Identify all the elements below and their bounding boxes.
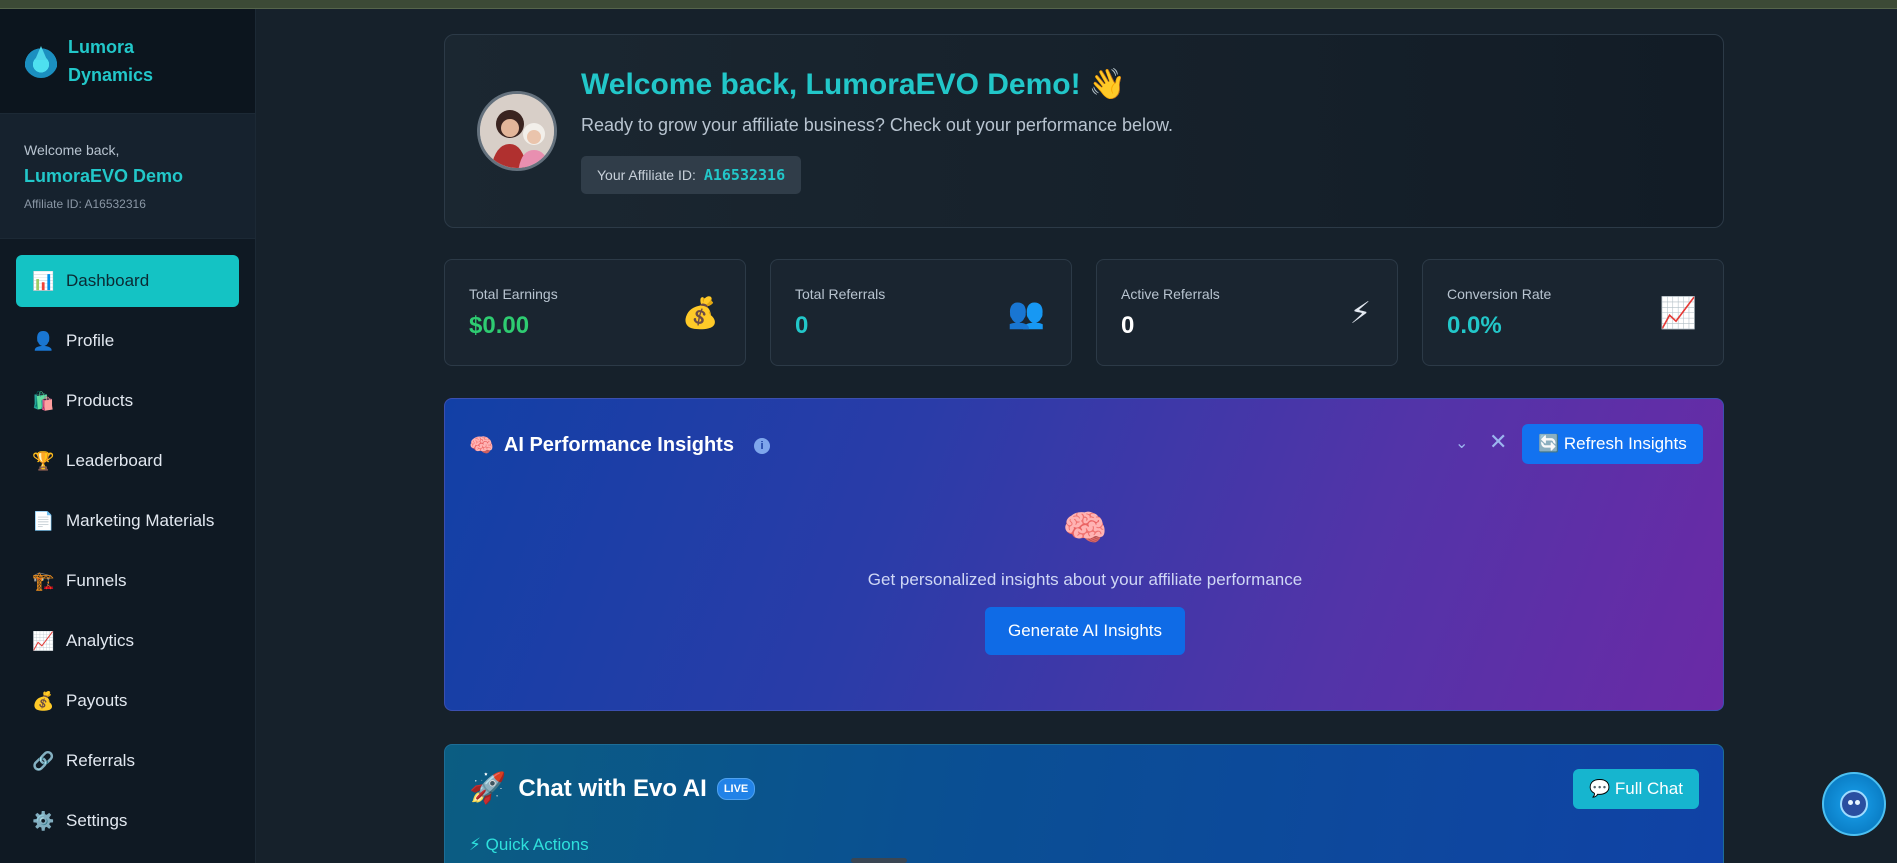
brand-name: Lumora Dynamics (68, 37, 154, 85)
stat-value: 0 (1121, 312, 1135, 339)
sidebar-item-label: Leaderboard (66, 451, 163, 470)
insights-description: Get personalized insights about your aff… (867, 570, 1303, 589)
construction-icon: 🏗️ (32, 570, 55, 591)
sidebar-item-label: Products (66, 391, 134, 410)
stats-row: Total Earnings $0.00 💰 Total Referrals 0… (444, 259, 1724, 366)
trend-chart-icon: 📈 (32, 630, 55, 651)
shopping-bags-icon: 🛍️ (32, 390, 55, 411)
user-affiliate-id: Affiliate ID: A16532316 (24, 197, 146, 211)
sidebar-item-label: Marketing Materials (66, 511, 215, 530)
avatar-photo (480, 94, 554, 168)
quick-actions-heading[interactable]: ⚡ Quick Actions (469, 835, 589, 855)
scroll-indicator (851, 858, 907, 863)
sidebar-item-label: Dashboard (66, 271, 150, 290)
affiliate-id-value: A16532316 (703, 166, 786, 184)
people-icon: 👥 (1007, 297, 1045, 330)
generate-ai-insights-button[interactable]: Generate AI Insights (985, 607, 1185, 655)
welcome-card: Welcome back, LumoraEVO Demo! 👋 Ready to… (444, 34, 1724, 228)
sidebar-item-label: Profile (66, 331, 115, 350)
brain-icon: 🧠 (469, 435, 494, 457)
rocket-icon: 🚀 (469, 772, 507, 805)
money-bag-icon: 💰 (32, 690, 55, 711)
insights-title-text: AI Performance Insights (503, 434, 734, 456)
lightning-icon: ⚡ (1349, 297, 1371, 330)
stat-value: $0.00 (469, 312, 530, 339)
sidebar-item-funnels[interactable]: 🏗️ Funnels (16, 555, 239, 607)
chatbot-launcher-button[interactable] (1822, 772, 1886, 836)
chart-icon: 📊 (32, 270, 55, 291)
stat-label: Conversion Rate (1447, 286, 1552, 302)
close-icon[interactable]: ✕ (1489, 429, 1507, 455)
logo-icon (24, 44, 58, 78)
browser-top-bar (0, 0, 1897, 9)
sidebar-item-label: Analytics (66, 631, 135, 650)
stat-value: 0 (795, 312, 809, 339)
link-icon: 🔗 (32, 750, 55, 771)
money-bag-icon: 💰 (681, 297, 719, 330)
sidebar-nav: 📊 Dashboard 👤 Profile 🛍️ Products 🏆 Lead… (0, 239, 255, 847)
stat-label: Total Earnings (469, 286, 558, 302)
user-name: LumoraEVO Demo (24, 166, 184, 186)
affiliate-id-label: Your Affiliate ID: (597, 167, 696, 183)
sidebar-item-label: Referrals (66, 751, 135, 770)
avatar[interactable] (477, 91, 557, 171)
live-badge: LIVE (716, 777, 756, 800)
trend-chart-icon: 📈 (1659, 297, 1697, 330)
brand[interactable]: Lumora Dynamics (0, 9, 255, 114)
chat-title: 🚀 Chat with Evo AI LIVE (469, 771, 756, 806)
page-subtitle: Ready to grow your affiliate business? C… (581, 115, 1173, 135)
sidebar-item-label: Payouts (66, 691, 128, 710)
sidebar-item-analytics[interactable]: 📈 Analytics (16, 615, 239, 667)
sidebar-item-label: Funnels (66, 571, 127, 590)
chat-title-text: Chat with Evo AI (518, 774, 707, 802)
ai-insights-panel: 🧠 AI Performance Insights i ⌄ ✕ 🔄 Refres… (444, 398, 1724, 711)
stat-label: Active Referrals (1121, 286, 1220, 302)
stat-label: Total Referrals (795, 286, 886, 302)
affiliate-id-badge[interactable]: Your Affiliate ID: A16532316 (581, 156, 802, 194)
stat-card-total-referrals: Total Referrals 0 👥 (770, 259, 1072, 366)
sidebar: Lumora Dynamics Welcome back, LumoraEVO … (0, 9, 256, 863)
user-box: Welcome back, LumoraEVO Demo Affiliate I… (0, 114, 255, 239)
trophy-icon: 🏆 (32, 450, 55, 471)
chat-panel: 🚀 Chat with Evo AI LIVE 💬 Full Chat ⚡ Qu… (444, 744, 1724, 863)
sidebar-item-payouts[interactable]: 💰 Payouts (16, 675, 239, 727)
sidebar-item-dashboard[interactable]: 📊 Dashboard (16, 255, 239, 307)
sidebar-item-products[interactable]: 🛍️ Products (16, 375, 239, 427)
full-chat-button[interactable]: 💬 Full Chat (1573, 769, 1699, 809)
sidebar-item-settings[interactable]: ⚙️ Settings (16, 795, 239, 847)
sidebar-item-profile[interactable]: 👤 Profile (16, 315, 239, 367)
gear-icon: ⚙️ (32, 810, 55, 831)
refresh-insights-button[interactable]: 🔄 Refresh Insights (1522, 424, 1703, 464)
stat-card-total-earnings: Total Earnings $0.00 💰 (444, 259, 746, 366)
sidebar-item-marketing-materials[interactable]: 📄 Marketing Materials (16, 495, 239, 547)
user-welcome-label: Welcome back, (24, 142, 120, 158)
brain-icon: 🧠 (1062, 507, 1108, 548)
stat-card-conversion-rate: Conversion Rate 0.0% 📈 (1422, 259, 1724, 366)
stat-value: 0.0% (1447, 312, 1502, 339)
chevron-down-icon[interactable]: ⌄ (1455, 433, 1468, 453)
info-icon[interactable]: i (753, 437, 770, 454)
document-icon: 📄 (32, 510, 55, 531)
sidebar-item-leaderboard[interactable]: 🏆 Leaderboard (16, 435, 239, 487)
page-title: Welcome back, LumoraEVO Demo! 👋 (581, 68, 1127, 101)
insights-title: 🧠 AI Performance Insights i (469, 433, 770, 458)
robot-icon (1840, 790, 1868, 818)
main-content: Welcome back, LumoraEVO Demo! 👋 Ready to… (444, 34, 1724, 863)
sidebar-item-referrals[interactable]: 🔗 Referrals (16, 735, 239, 787)
sidebar-item-label: Settings (66, 811, 128, 830)
user-icon: 👤 (32, 330, 55, 351)
stat-card-active-referrals: Active Referrals 0 ⚡ (1096, 259, 1398, 366)
